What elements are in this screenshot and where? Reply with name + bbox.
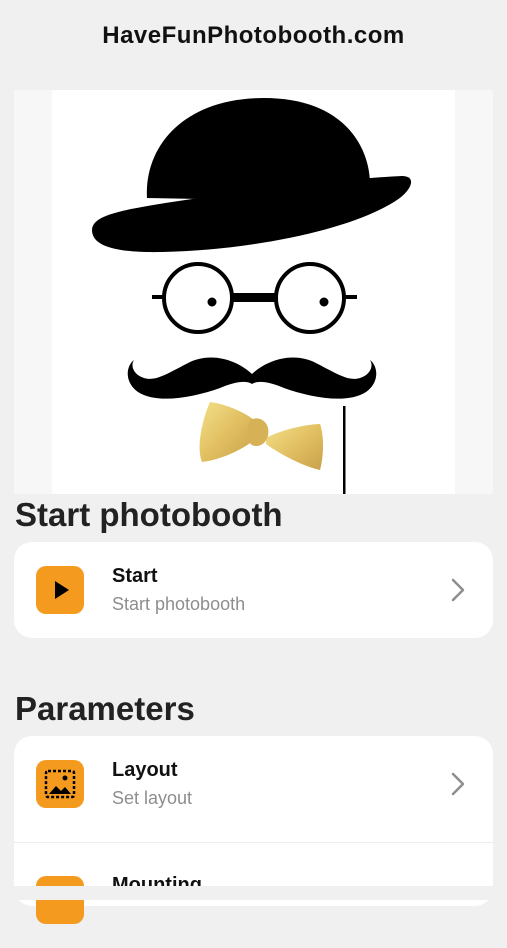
prop-stick bbox=[343, 406, 346, 494]
mounting-icon bbox=[36, 876, 84, 924]
chevron-right-icon bbox=[451, 772, 465, 796]
row-divider bbox=[14, 842, 493, 843]
chevron-right-icon bbox=[451, 578, 465, 602]
hero-illustration bbox=[52, 90, 455, 494]
layout-row-title: Layout bbox=[112, 759, 178, 781]
gentleman-illustration bbox=[92, 98, 412, 494]
section-heading-start: Start photobooth bbox=[15, 496, 283, 533]
start-row-subtitle: Start photobooth bbox=[112, 594, 246, 614]
play-icon bbox=[36, 566, 84, 614]
eye-left bbox=[207, 297, 217, 307]
layout-icon bbox=[36, 760, 84, 808]
top-header: HaveFunPhotobooth.com bbox=[0, 0, 507, 78]
mustache bbox=[127, 357, 377, 399]
mounting-row[interactable]: Mounting bbox=[14, 852, 493, 948]
glasses-arm-left bbox=[152, 295, 165, 299]
start-card: Start Start photobooth bbox=[14, 542, 493, 638]
eye-right bbox=[319, 297, 329, 307]
layout-row[interactable]: Layout Set layout bbox=[14, 736, 493, 832]
bow-tie bbox=[199, 402, 323, 470]
bowler-hat bbox=[92, 98, 412, 253]
section-heading-parameters: Parameters bbox=[15, 690, 195, 727]
start-row[interactable]: Start Start photobooth bbox=[14, 542, 493, 638]
hero-image bbox=[14, 90, 493, 494]
glasses-bridge bbox=[232, 293, 276, 302]
layout-row-subtitle: Set layout bbox=[112, 788, 193, 808]
start-row-title: Start bbox=[112, 565, 158, 587]
glasses-arm-right bbox=[344, 295, 357, 299]
scroll-cutoff bbox=[0, 886, 507, 900]
site-title: HaveFunPhotobooth.com bbox=[102, 22, 405, 49]
parameters-card: Layout Set layout Mounting bbox=[14, 736, 493, 924]
